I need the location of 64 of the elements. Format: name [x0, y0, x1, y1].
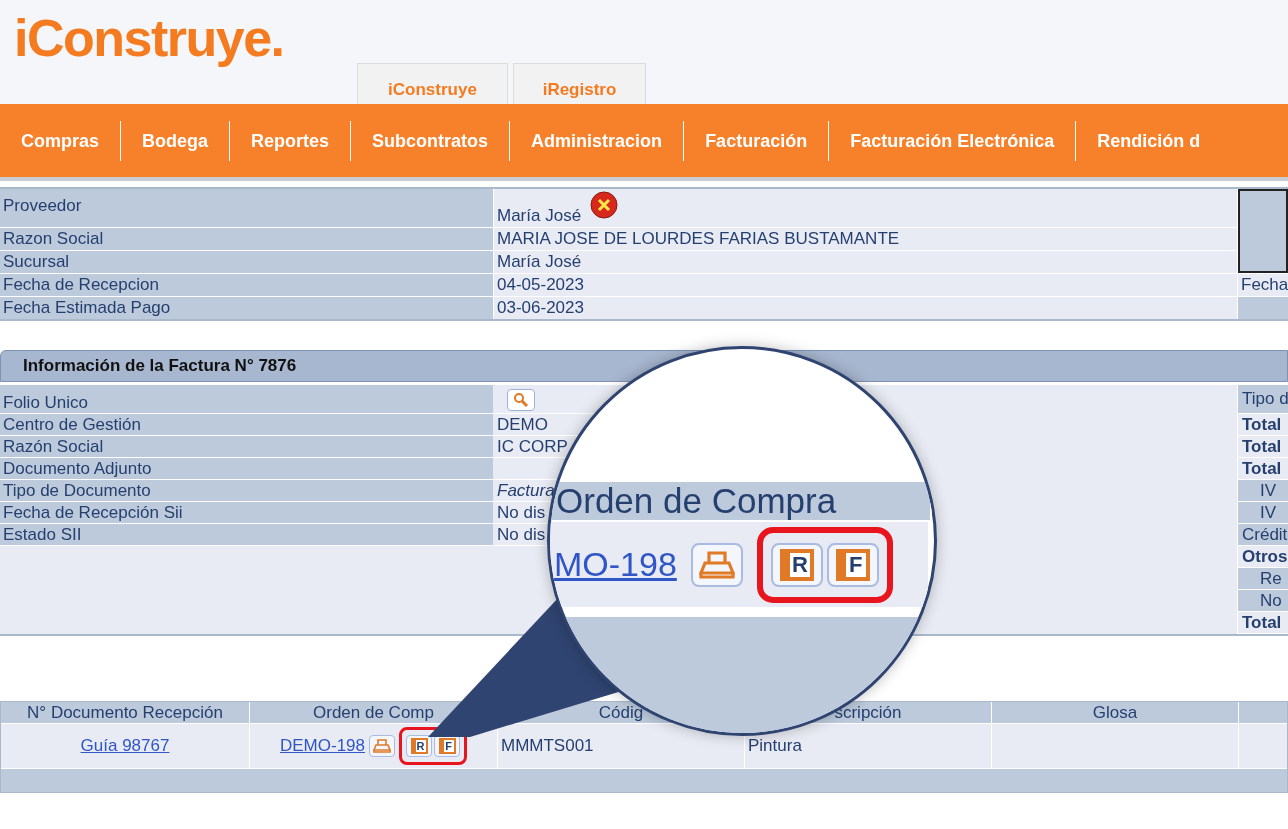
document-button[interactable]: F: [434, 735, 461, 757]
field-label: Fecha Estimada Pago: [0, 297, 493, 319]
order-link[interactable]: MO-198: [554, 545, 677, 585]
remove-icon[interactable]: [589, 190, 620, 220]
field-label: Folio Unico: [0, 385, 493, 414]
field-label: Documento Adjunto: [0, 458, 493, 480]
column-header: [1239, 702, 1287, 723]
order-link[interactable]: DEMO-198: [280, 736, 366, 756]
search-icon: [513, 392, 529, 408]
app-tab[interactable]: iRegistro: [513, 63, 646, 104]
print-button[interactable]: [369, 735, 396, 757]
field-label: Fecha de Recepcion: [0, 274, 493, 296]
nav-item[interactable]: Rendición d: [1076, 120, 1222, 161]
field-label: No: [1238, 590, 1288, 612]
field-value: María José: [497, 251, 582, 273]
field-value: MARIA JOSE DE LOURDES FARIAS BUSTAMANTE: [497, 228, 900, 250]
field-value: No dis: [497, 502, 546, 523]
search-button[interactable]: [507, 389, 535, 411]
field-label: Total: [1238, 458, 1288, 480]
field-value: 03-06-2023: [497, 297, 584, 319]
field-label: IV: [1238, 502, 1288, 524]
reception-link[interactable]: Guía 98767: [80, 736, 170, 756]
field-label: Otros: [1238, 546, 1288, 568]
field-value: María José: [497, 205, 582, 227]
table-cell: MMMTS001: [498, 724, 744, 768]
field-label: Tipo d: [1238, 385, 1288, 414]
table-cell: Pintura: [745, 724, 991, 768]
field-value: 04-05-2023: [497, 274, 584, 296]
field-label: Centro de Gestión: [0, 414, 493, 436]
field-label: Total: [1238, 414, 1288, 436]
field-label: Tipo de Documento: [0, 480, 493, 502]
nav-item[interactable]: Facturación Electrónica: [829, 120, 1076, 161]
column-header: N° Documento Recepción: [1, 702, 249, 723]
field-label: Total: [1238, 612, 1288, 634]
printer-icon: [373, 739, 392, 753]
field-label: Crédit: [1238, 524, 1288, 546]
print-button[interactable]: [690, 542, 743, 587]
nav-item[interactable]: Administracion: [510, 120, 684, 161]
field-label: Fecha de Recepción Sii: [0, 502, 493, 524]
field-label: Proveedor: [0, 189, 493, 227]
field-label: Total: [1238, 436, 1288, 458]
table-cell: [1239, 724, 1287, 768]
field-value: No dis: [497, 524, 546, 545]
field-label: Re: [1238, 568, 1288, 590]
nav-item[interactable]: Facturación: [684, 120, 829, 161]
field-label: Estado SII: [0, 524, 493, 546]
field-label: Razon Social: [0, 228, 493, 250]
field-label: IV: [1238, 480, 1288, 502]
column-header: Glosa: [992, 702, 1238, 723]
nav-item[interactable]: Compras: [0, 120, 121, 161]
app-tab[interactable]: iConstruye: [357, 63, 508, 104]
nav-item[interactable]: Subcontratos: [351, 120, 510, 161]
logo: iConstruye.: [14, 8, 285, 69]
field-value: IC CORP: [497, 436, 568, 457]
field-label: Fecha: [1238, 274, 1288, 296]
document-button[interactable]: R: [406, 735, 433, 757]
field-label: Sucursal: [0, 251, 493, 273]
field-label: Razón Social: [0, 436, 493, 458]
document-button[interactable]: F: [826, 542, 879, 587]
field-value: DEMO: [497, 414, 548, 435]
nav-item[interactable]: Reportes: [230, 120, 351, 161]
printer-icon: [698, 550, 735, 579]
nav-item[interactable]: Bodega: [121, 120, 230, 161]
document-button[interactable]: R: [770, 542, 823, 587]
